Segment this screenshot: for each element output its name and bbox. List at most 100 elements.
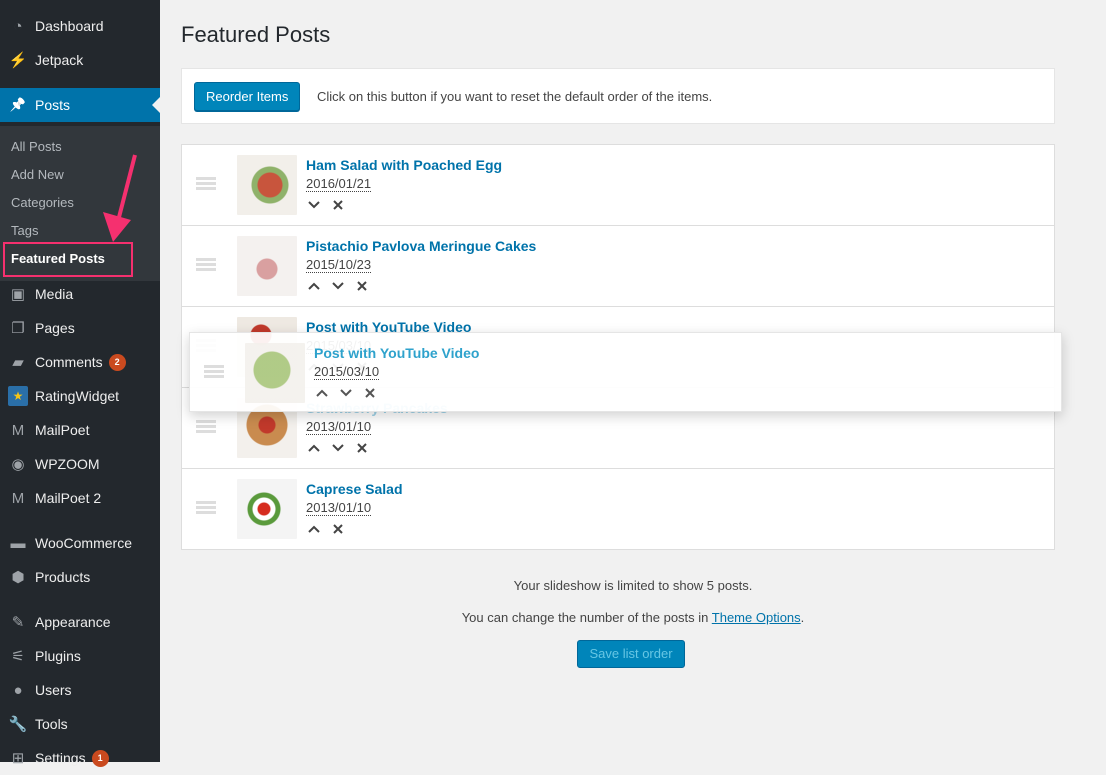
- drag-handle[interactable]: [196, 420, 216, 434]
- wpzoom-icon: ◉: [11, 456, 25, 473]
- move-up-icon[interactable]: [306, 440, 322, 456]
- sidebar-item-label: Appearance: [35, 614, 111, 630]
- move-down-icon[interactable]: [338, 385, 354, 401]
- count-badge: 2: [108, 353, 126, 371]
- move-up-icon[interactable]: [314, 385, 330, 401]
- move-down-icon[interactable]: [306, 197, 322, 213]
- move-up-icon[interactable]: [306, 278, 322, 294]
- annotation-arrow: [103, 154, 137, 242]
- sidebar-item-mailpoet-2[interactable]: M MailPoet 2: [0, 481, 160, 515]
- sidebar-item-settings[interactable]: ⊞ Settings 1: [0, 741, 160, 775]
- sidebar-item-label: Settings: [35, 750, 86, 766]
- remove-icon[interactable]: [330, 521, 346, 537]
- post-title[interactable]: Ham Salad with Poached Egg: [306, 157, 502, 173]
- sidebar-item-plugins[interactable]: ⚟ Plugins: [0, 639, 160, 673]
- pages-icon: ❐: [11, 320, 25, 337]
- box-icon: ⬢: [11, 569, 25, 586]
- woo-icon: ▬: [10, 534, 26, 552]
- post-date: 2013/01/10: [306, 500, 372, 516]
- star-icon: ★: [8, 386, 28, 406]
- sidebar-item-label: Products: [35, 569, 91, 585]
- drag-handle[interactable]: [196, 177, 216, 191]
- post-row[interactable]: Pistachio Pavlova Meringue Cakes 2015/10/…: [182, 226, 1054, 307]
- change-text: You can change the number of the posts i…: [160, 610, 1106, 625]
- plug-icon: ⚟: [11, 648, 25, 665]
- post-title[interactable]: Pistachio Pavlova Meringue Cakes: [306, 238, 536, 254]
- post-row[interactable]: Caprese Salad 2013/01/10: [182, 469, 1054, 550]
- sidebar-item-label: Jetpack: [35, 52, 84, 68]
- period: .: [800, 610, 805, 625]
- sidebar-item-label: MailPoet 2: [35, 490, 102, 506]
- jetpack-icon: ⚡: [8, 52, 28, 69]
- sidebar-item-label: WPZOOM: [35, 456, 100, 472]
- drag-handle[interactable]: [196, 501, 216, 515]
- move-down-icon[interactable]: [330, 278, 346, 294]
- wrench-icon: 🔧: [8, 716, 28, 733]
- sidebar-item-dashboard[interactable]: ◔ Dashboard: [0, 9, 160, 43]
- sidebar-item-label: Plugins: [35, 648, 81, 664]
- post-date: 2013/01/10: [306, 419, 372, 435]
- sidebar-item-appearance[interactable]: ✎ Appearance: [0, 605, 160, 639]
- count-badge: 1: [91, 749, 109, 767]
- post-thumbnail: [245, 343, 305, 403]
- comment-icon: ▰: [12, 354, 24, 371]
- sidebar-item-users[interactable]: ● Users: [0, 673, 160, 707]
- pin-icon: 📌: [9, 97, 27, 112]
- submenu-add-new[interactable]: Add New: [11, 167, 64, 182]
- remove-icon[interactable]: [354, 440, 370, 456]
- submenu-categories[interactable]: Categories: [11, 195, 74, 210]
- sidebar-item-label: WooCommerce: [35, 535, 132, 551]
- sidebar-item-products[interactable]: ⬢ Products: [0, 560, 160, 594]
- move-up-icon[interactable]: [306, 521, 322, 537]
- reorder-panel: Reorder Items Click on this button if yo…: [181, 68, 1055, 124]
- post-date: 2015/10/23: [306, 257, 372, 273]
- remove-icon[interactable]: [330, 197, 346, 213]
- sidebar-item-label: Comments: [35, 354, 103, 370]
- brush-icon: ✎: [11, 614, 25, 631]
- drag-handle[interactable]: [196, 258, 216, 272]
- sidebar-item-comments[interactable]: ▰ Comments 2: [0, 345, 160, 379]
- theme-options-link[interactable]: Theme Options: [712, 610, 801, 625]
- sidebar-item-jetpack[interactable]: ⚡ Jetpack: [0, 43, 160, 77]
- submenu-tags[interactable]: Tags: [11, 223, 38, 238]
- reorder-help-text: Click on this button if you want to rese…: [317, 89, 713, 104]
- move-down-icon[interactable]: [330, 440, 346, 456]
- dragging-item[interactable]: Post with YouTube Video 2015/03/10: [189, 332, 1062, 412]
- sidebar-item-posts[interactable]: 📌 Posts: [0, 88, 160, 122]
- post-title[interactable]: Caprese Salad: [306, 481, 403, 497]
- post-thumbnail: [237, 236, 297, 296]
- submenu-all-posts[interactable]: All Posts: [11, 139, 62, 154]
- sidebar-item-mailpoet[interactable]: M MailPoet: [0, 413, 160, 447]
- mailpoet-icon: M: [11, 421, 25, 439]
- settings-icon: ⊞: [11, 750, 25, 767]
- change-text-prefix: You can change the number of the posts i…: [461, 610, 712, 625]
- drag-handle[interactable]: [204, 365, 224, 379]
- admin-sidebar: All Posts Add New Categories Tags Featur…: [0, 0, 160, 767]
- post-row[interactable]: Ham Salad with Poached Egg 2016/01/21: [182, 145, 1054, 226]
- post-date: 2016/01/21: [306, 176, 372, 192]
- sidebar-item-pages[interactable]: ❐ Pages: [0, 311, 160, 345]
- sidebar-item-label: RatingWidget: [35, 388, 120, 404]
- sidebar-item-wpzoom[interactable]: ◉ WPZOOM: [0, 447, 160, 481]
- save-list-order-button[interactable]: Save list order: [577, 640, 685, 668]
- reorder-items-button[interactable]: Reorder Items: [194, 82, 301, 111]
- sidebar-item-label: Tools: [35, 716, 68, 732]
- media-icon: ▣: [10, 286, 26, 303]
- sidebar-item-media[interactable]: ▣ Media: [0, 277, 160, 311]
- post-date: 2015/03/10: [314, 364, 380, 380]
- sidebar-item-ratingwidget[interactable]: ★ RatingWidget: [0, 379, 160, 413]
- post-title[interactable]: Post with YouTube Video: [314, 345, 479, 361]
- dashboard-icon: ◔: [13, 17, 23, 35]
- sidebar-item-label: Pages: [35, 320, 75, 336]
- remove-icon[interactable]: [354, 278, 370, 294]
- sidebar-item-tools[interactable]: 🔧 Tools: [0, 707, 160, 741]
- sidebar-item-label: Media: [35, 286, 74, 302]
- sidebar-item-label: Dashboard: [35, 18, 104, 34]
- remove-icon[interactable]: [362, 385, 378, 401]
- mailpoet-icon: M: [11, 489, 25, 507]
- main-content: Featured Posts Reorder Items Click on th…: [160, 0, 1106, 762]
- page-title: Featured Posts: [181, 22, 331, 47]
- user-icon: ●: [13, 681, 23, 699]
- sidebar-item-woocommerce[interactable]: ▬ WooCommerce: [0, 526, 160, 560]
- sidebar-item-label: Posts: [35, 97, 71, 113]
